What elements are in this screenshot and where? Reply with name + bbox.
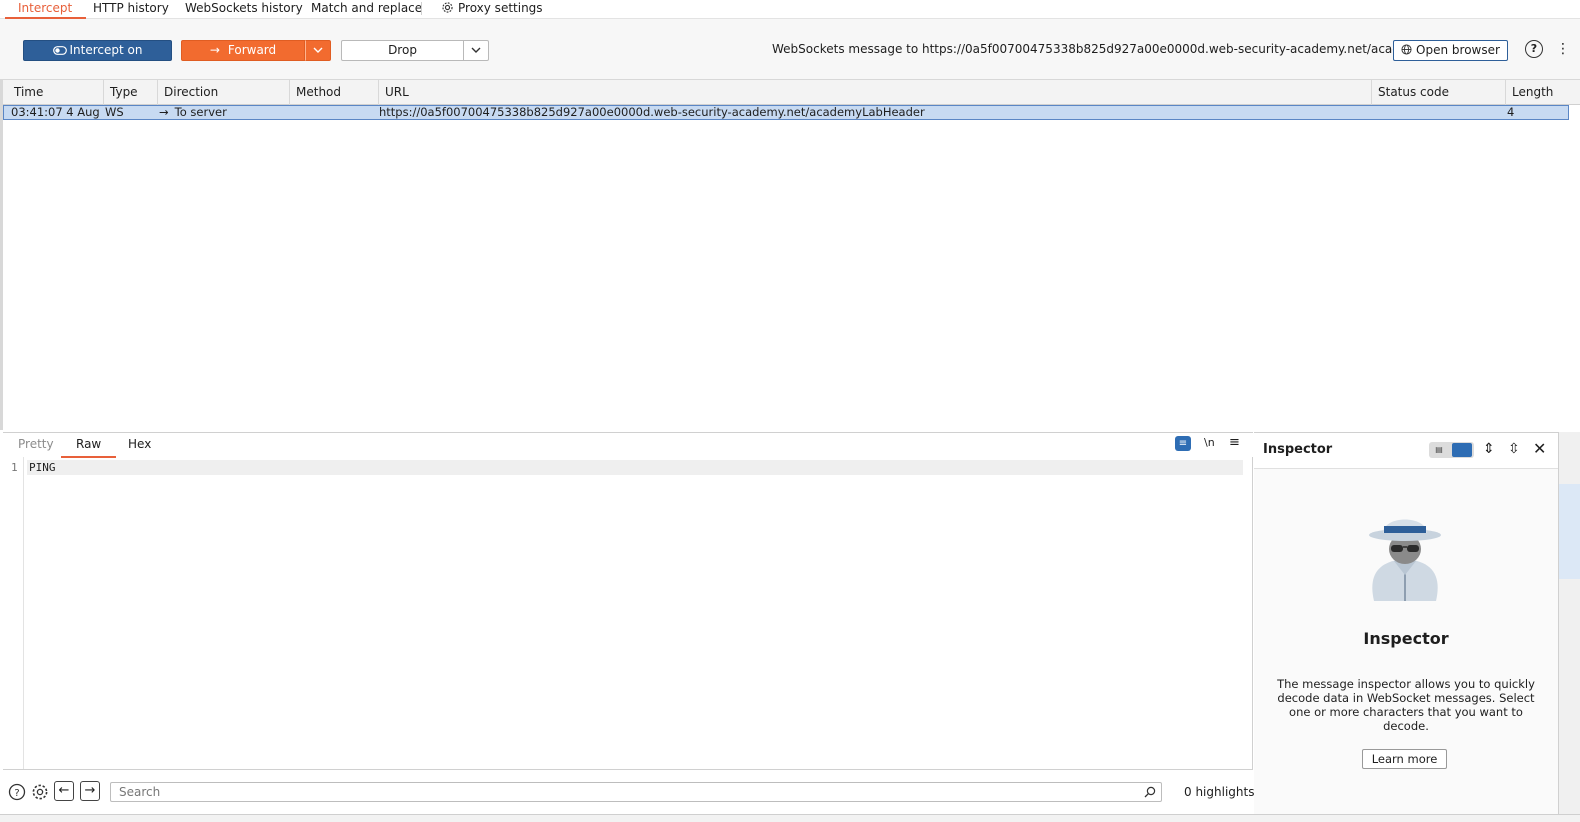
search-bar: ? ← → Search 0 highlights bbox=[3, 769, 1255, 815]
tab-pretty[interactable]: Pretty bbox=[18, 437, 54, 457]
inspector-strip-tab[interactable] bbox=[1559, 484, 1580, 579]
highlights-count: 0 highlights bbox=[1184, 785, 1255, 799]
list-layout-icon[interactable]: ▤ bbox=[1433, 445, 1445, 455]
line-gutter: 1 bbox=[3, 457, 24, 769]
tab-http-history[interactable]: HTTP history bbox=[93, 0, 169, 19]
newline-toggle[interactable]: \n bbox=[1204, 436, 1215, 449]
search-input[interactable]: Search bbox=[110, 782, 1162, 802]
tab-intercept[interactable]: Intercept bbox=[4, 0, 87, 19]
layout-toggle[interactable]: ▤ bbox=[1429, 442, 1474, 458]
chevron-down-icon bbox=[313, 47, 323, 53]
tab-hex[interactable]: Hex bbox=[128, 437, 151, 457]
tab-divider bbox=[421, 2, 422, 15]
status-bar bbox=[0, 814, 1580, 822]
line-number: 1 bbox=[11, 461, 18, 474]
tab-match-replace[interactable]: Match and replace bbox=[311, 0, 422, 19]
learn-more-button[interactable]: Learn more bbox=[1362, 749, 1447, 769]
column-type[interactable]: Type bbox=[104, 80, 158, 105]
intercept-toolbar: Intercept on → Forward Drop WebSockets me… bbox=[0, 19, 1580, 80]
arrow-right-icon: → bbox=[84, 783, 96, 798]
tab-raw[interactable]: Raw bbox=[60, 437, 117, 458]
column-direction[interactable]: Direction bbox=[158, 80, 290, 105]
intercept-label: Intercept on bbox=[69, 43, 143, 57]
inspector-panel: Inspector ▤ ⇕ ⇳ ✕ Inspector The message … bbox=[1254, 432, 1558, 814]
table-header: Time Type Direction Method URL Status co… bbox=[3, 80, 1580, 105]
cell-status-code bbox=[1366, 106, 1500, 119]
inspector-description: The message inspector allows you to quic… bbox=[1277, 677, 1535, 733]
cell-type: WS bbox=[105, 106, 124, 119]
menu-icon[interactable]: ≡ bbox=[1229, 435, 1240, 450]
editor-view-tabs: Pretty Raw Hex ≡ \n ≡ bbox=[3, 433, 1253, 458]
inspector-heading: Inspector bbox=[1363, 629, 1449, 648]
column-length[interactable]: Length bbox=[1506, 80, 1580, 105]
forward-button[interactable]: → Forward bbox=[181, 40, 305, 61]
table-row[interactable]: 03:41:07 4 Aug ... WS → To server https:/… bbox=[3, 105, 1569, 120]
inspector-header: Inspector ▤ ⇕ ⇳ ✕ bbox=[1254, 433, 1558, 469]
arrow-left-icon: ← bbox=[58, 783, 70, 798]
svg-text:?: ? bbox=[14, 788, 19, 799]
close-icon[interactable]: ✕ bbox=[1533, 439, 1546, 458]
open-browser-label: Open browser bbox=[1416, 43, 1500, 57]
more-options-icon[interactable]: ⋮ bbox=[1556, 39, 1570, 59]
gear-icon bbox=[442, 2, 453, 13]
split-layout-icon[interactable] bbox=[1452, 443, 1472, 457]
drop-button[interactable]: Drop bbox=[341, 40, 464, 61]
intercept-queue-table: Time Type Direction Method URL Status co… bbox=[0, 80, 1580, 430]
proxy-tabs: Intercept HTTP history WebSockets histor… bbox=[0, 0, 1580, 19]
cell-direction-label: To server bbox=[174, 106, 227, 119]
column-url[interactable]: URL bbox=[379, 80, 1372, 105]
forward-dropdown-button[interactable] bbox=[305, 40, 331, 61]
tab-proxy-settings[interactable]: Proxy settings bbox=[441, 0, 543, 19]
previous-match-button[interactable]: ← bbox=[54, 781, 74, 801]
cell-direction: → To server bbox=[152, 106, 284, 119]
cell-time: 03:41:07 4 Aug ... bbox=[11, 106, 104, 119]
code-line-text[interactable]: PING bbox=[29, 461, 56, 474]
arrow-right-icon: → bbox=[159, 106, 169, 119]
open-browser-button[interactable]: Open browser bbox=[1393, 40, 1508, 61]
cell-url: https://0a5f00700475338b825d927a00e0000d… bbox=[379, 106, 925, 119]
arrow-right-icon: → bbox=[209, 43, 220, 57]
side-panel-strip[interactable] bbox=[1558, 432, 1580, 814]
column-method[interactable]: Method bbox=[290, 80, 379, 105]
toggle-icon bbox=[52, 46, 67, 55]
globe-icon bbox=[1401, 44, 1412, 55]
settings-gear-icon[interactable] bbox=[31, 783, 49, 801]
cell-method bbox=[284, 106, 373, 119]
search-icon bbox=[1144, 786, 1156, 798]
help-icon[interactable]: ? bbox=[1525, 40, 1543, 58]
intercept-toggle-button[interactable]: Intercept on bbox=[23, 40, 172, 61]
message-body[interactable]: 1 PING bbox=[3, 457, 1253, 769]
cell-length: 4 bbox=[1507, 106, 1515, 119]
tab-proxy-settings-label: Proxy settings bbox=[458, 1, 543, 15]
column-status-code[interactable]: Status code bbox=[1372, 80, 1506, 105]
chevron-down-icon bbox=[471, 47, 481, 53]
word-wrap-icon[interactable]: ≡ bbox=[1175, 436, 1191, 451]
drop-dropdown-button[interactable] bbox=[463, 40, 489, 61]
inspector-title: Inspector bbox=[1263, 442, 1333, 457]
intercepted-message-target: WebSockets message to https://0a5f007004… bbox=[772, 42, 1492, 56]
collapse-icon[interactable]: ⇳ bbox=[1508, 441, 1520, 457]
next-match-button[interactable]: → bbox=[80, 781, 100, 801]
column-time[interactable]: Time bbox=[8, 80, 104, 105]
forward-label: Forward bbox=[227, 43, 277, 57]
tab-websockets-history[interactable]: WebSockets history bbox=[185, 0, 303, 19]
expand-icon[interactable]: ⇕ bbox=[1483, 441, 1495, 457]
help-circle-icon[interactable]: ? bbox=[8, 783, 26, 801]
inspector-spy-icon bbox=[1369, 519, 1441, 601]
code-line: PING bbox=[27, 460, 1243, 475]
message-editor: Pretty Raw Hex ≡ \n ≡ 1 PING ? ← → Searc… bbox=[3, 432, 1255, 815]
